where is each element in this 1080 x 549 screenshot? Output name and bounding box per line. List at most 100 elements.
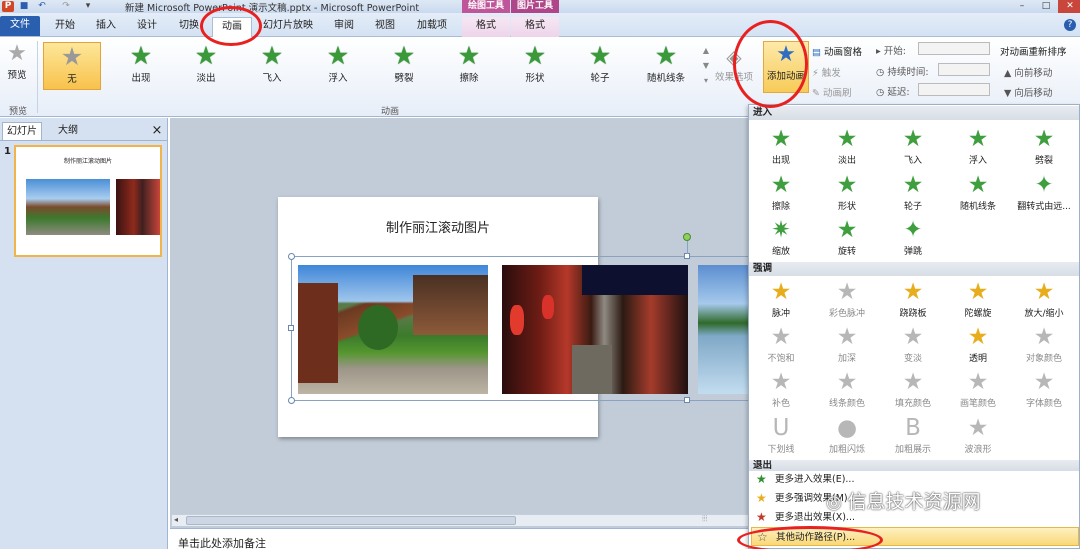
tab-design[interactable]: 设计	[130, 17, 164, 37]
duration-input[interactable]	[938, 63, 990, 76]
delay-input[interactable]	[918, 83, 990, 96]
effect-appear[interactable]: ★ 出现	[112, 42, 170, 90]
tab-review[interactable]: 审阅	[326, 17, 362, 37]
emphasis-darken[interactable]: ★ 加深	[815, 323, 879, 367]
entrance-wipe[interactable]: ★ 擦除	[749, 171, 813, 215]
rotation-handle[interactable]	[683, 233, 691, 241]
notes-placeholder[interactable]: 单击此处添加备注	[178, 535, 266, 549]
entrance-grow-turn[interactable]: ✦ 翻转式由远...	[1012, 171, 1076, 215]
redo-icon[interactable]: ↷	[60, 1, 72, 12]
effect-random-bars[interactable]: ★ 随机线条	[637, 42, 695, 90]
emphasis-pulse[interactable]: ★ 脉冲	[749, 278, 813, 322]
effect-shape[interactable]: ★ 形状	[506, 42, 564, 90]
emphasis-wave[interactable]: ★ 波浪形	[946, 414, 1010, 458]
close-window-button[interactable]: ✕	[1058, 0, 1080, 13]
entrance-split[interactable]: ★ 劈裂	[1012, 125, 1076, 169]
effect-float-in[interactable]: ★ 浮入	[309, 42, 367, 90]
tab-view[interactable]: 视图	[368, 17, 402, 37]
resize-handle[interactable]	[288, 253, 295, 260]
minimize-button[interactable]: –	[1010, 0, 1034, 13]
emphasis-underline[interactable]: U 下划线	[749, 414, 813, 458]
emphasis-teeter[interactable]: ★ 跷跷板	[881, 278, 945, 322]
gold-star-icon: ★	[756, 491, 767, 505]
entrance-header: 进入	[749, 106, 1079, 120]
star-icon: ★	[967, 126, 989, 152]
entrance-wheel[interactable]: ★ 轮子	[881, 171, 945, 215]
slide-title[interactable]: 制作丽江滚动图片	[278, 217, 598, 236]
entrance-shape[interactable]: ★ 形状	[815, 171, 879, 215]
preview-button[interactable]: ★ 预览	[2, 41, 32, 91]
horizontal-scrollbar[interactable]: ◂ ⦙⦙⦙	[172, 514, 748, 526]
tab-insert[interactable]: 插入	[89, 17, 123, 37]
emphasis-object-color[interactable]: ★ 对象颜色	[1012, 323, 1076, 367]
emphasis-bold-reveal[interactable]: B 加粗展示	[881, 414, 945, 458]
emphasis-line-color[interactable]: ★ 线条颜色	[815, 368, 879, 412]
emphasis-font-color[interactable]: ★ 字体颜色	[1012, 368, 1076, 412]
emphasis-grow-shrink[interactable]: ★ 放大/缩小	[1012, 278, 1076, 322]
move-earlier-button[interactable]: ▲ 向前移动	[1004, 65, 1052, 79]
close-pane-button[interactable]: ×	[150, 122, 164, 140]
undo-icon[interactable]: ↶	[36, 1, 48, 12]
qat-dropdown-icon[interactable]: ▾	[82, 1, 94, 12]
save-icon[interactable]: ■	[18, 1, 30, 12]
entrance-appear[interactable]: ★ 出现	[749, 125, 813, 169]
maximize-button[interactable]: □	[1034, 0, 1058, 13]
tab-home[interactable]: 开始	[48, 17, 82, 37]
emphasis-color-pulse[interactable]: ★ 彩色脉冲	[815, 278, 879, 322]
tab-addins[interactable]: 加载项	[410, 17, 454, 37]
entrance-bounce[interactable]: ✦ 弹跳	[881, 216, 945, 260]
effect-split[interactable]: ★ 劈裂	[375, 42, 433, 90]
emphasis-transparency[interactable]: ★ 透明	[946, 323, 1010, 367]
trigger-button[interactable]: ⚡ 触发	[812, 65, 841, 79]
entrance-zoom[interactable]: ✷ 缩放	[749, 216, 813, 260]
animation-pane-button[interactable]: ▤ 动画窗格	[812, 44, 862, 58]
effect-fly-in[interactable]: ★ 飞入	[243, 42, 301, 90]
effect-wheel[interactable]: ★ 轮子	[571, 42, 629, 90]
effect-wipe[interactable]: ★ 擦除	[440, 42, 498, 90]
wechat-icon: ◎	[826, 492, 848, 513]
star-icon: ★	[836, 126, 858, 152]
duration-label: ◷ 持续时间:	[876, 67, 929, 78]
emphasis-fill-color[interactable]: ★ 填充颜色	[881, 368, 945, 412]
star-icon: ★	[902, 126, 924, 152]
star-icon: ★	[902, 324, 924, 350]
emphasis-brush-color[interactable]: ★ 画笔颜色	[946, 368, 1010, 412]
entrance-random-bars[interactable]: ★ 随机线条	[946, 171, 1010, 215]
tab-outline-pane[interactable]: 大纲	[48, 122, 88, 140]
tab-format-picture[interactable]: 格式	[511, 17, 559, 37]
effect-fade[interactable]: ★ 淡出	[177, 42, 235, 90]
star-icon: ★	[260, 41, 284, 70]
emphasis-lighten[interactable]: ★ 变淡	[881, 323, 945, 367]
help-icon[interactable]: ?	[1064, 19, 1076, 31]
emphasis-spin[interactable]: ★ 陀螺旋	[946, 278, 1010, 322]
tab-format-drawing[interactable]: 格式	[462, 17, 510, 37]
emphasis-desaturate[interactable]: ★ 不饱和	[749, 323, 813, 367]
entrance-swivel[interactable]: ★ 旋转	[815, 216, 879, 260]
star-icon: ★	[967, 172, 989, 198]
emphasis-bold-flash[interactable]: ● 加粗闪烁	[815, 414, 879, 458]
tab-slideshow[interactable]: 幻灯片放映	[258, 17, 318, 37]
gallery-scroll[interactable]: ▲ ▼ ▾	[700, 43, 712, 89]
up-arrow-icon: ▲	[1004, 68, 1015, 79]
emphasis-complementary-color[interactable]: ★ 补色	[749, 368, 813, 412]
tab-slides-pane[interactable]: 幻灯片	[2, 122, 42, 140]
move-later-button[interactable]: ▼ 向后移动	[1004, 85, 1052, 99]
scroll-left-arrow-icon[interactable]: ◂	[174, 515, 178, 524]
scroll-thumb[interactable]	[186, 516, 516, 525]
star-icon: ★	[588, 41, 612, 70]
resize-handle[interactable]	[288, 397, 295, 404]
slide-thumbnail[interactable]: 制作丽江滚动图片	[14, 145, 162, 257]
resize-handle[interactable]	[684, 397, 690, 403]
start-icon: ▸	[876, 46, 884, 57]
animation-painter-button[interactable]: ✎ 动画刷	[812, 85, 852, 99]
entrance-fade[interactable]: ★ 淡出	[815, 125, 879, 169]
tab-file[interactable]: 文件	[0, 16, 40, 36]
context-group-picture: 图片工具	[511, 0, 559, 13]
thumb-photo-2	[116, 179, 160, 235]
start-select[interactable]	[918, 42, 990, 55]
resize-handle[interactable]	[288, 325, 294, 331]
notes-pane[interactable]: 单击此处添加备注	[170, 528, 748, 549]
effect-none[interactable]: ★ 无	[43, 42, 101, 90]
entrance-fly-in[interactable]: ★ 飞入	[881, 125, 945, 169]
entrance-float-in[interactable]: ★ 浮入	[946, 125, 1010, 169]
